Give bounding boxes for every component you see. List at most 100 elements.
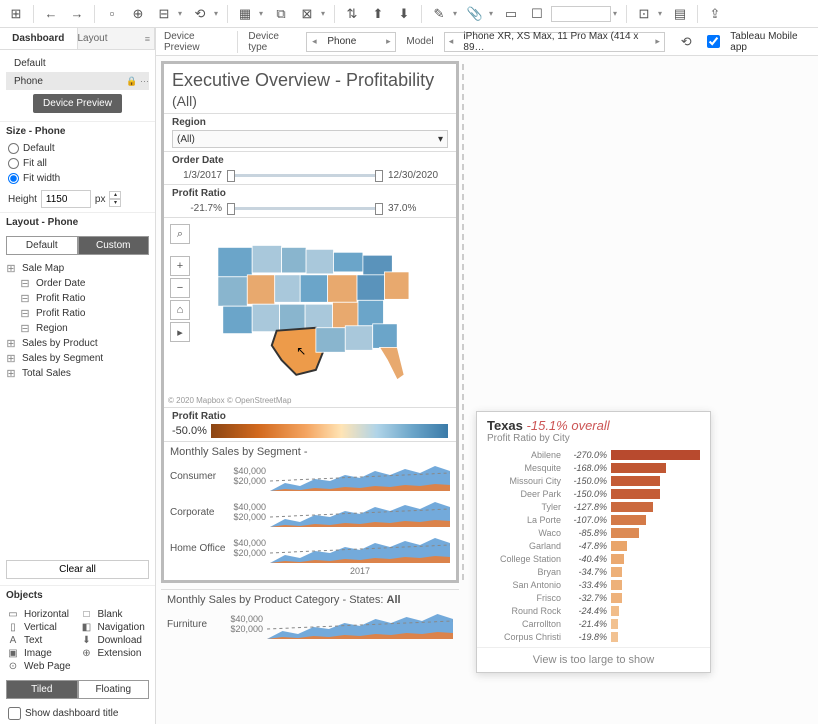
phone-device-label[interactable]: Phone: [6, 76, 126, 87]
show-title-label: Show dashboard title: [25, 708, 118, 719]
content-bar: Device Preview Device type ◂ Phone ▸ Mod…: [156, 28, 818, 56]
map-zoom-out-button[interactable]: −: [170, 278, 190, 298]
device-type-prev-icon[interactable]: ◂: [307, 36, 321, 47]
format-swatch[interactable]: [551, 6, 611, 22]
segment-chart-row[interactable]: Home Office$40,000$20,000: [170, 530, 450, 566]
logo-icon: ⊞: [4, 3, 28, 25]
map-home-button[interactable]: ⌂: [170, 300, 190, 320]
layout-custom-button[interactable]: Custom: [78, 236, 150, 255]
clear-button[interactable]: ⊠: [295, 3, 319, 25]
tab-dashboard[interactable]: Dashboard: [0, 28, 78, 49]
cards-button[interactable]: ▤: [668, 3, 692, 25]
device-type-next-icon[interactable]: ▸: [381, 36, 395, 47]
tooltip-bar-row: Deer Park-150.0%: [487, 487, 700, 500]
layout-menu-icon[interactable]: ≡: [145, 34, 154, 44]
size-default-radio[interactable]: [8, 143, 19, 154]
height-up-button[interactable]: ▴: [109, 191, 121, 199]
layout-tree: ⊞Sale Map⊟Order Date⊟Profit Ratio⊟Profit…: [0, 259, 155, 383]
phone-lock-icon[interactable]: 🔒 ⋯: [126, 76, 149, 87]
sheet-icon: ⊟: [18, 307, 32, 320]
model-prev-icon[interactable]: ◂: [445, 36, 458, 47]
clear-all-button[interactable]: Clear all: [6, 560, 149, 579]
sheet-icon: ⊟: [18, 292, 32, 305]
object-item[interactable]: ⊙Web Page: [6, 661, 76, 672]
save-button[interactable]: ▫: [100, 3, 124, 25]
height-input[interactable]: [41, 190, 91, 208]
profit-ratio-slider[interactable]: [228, 207, 382, 210]
size-fitall-radio[interactable]: [8, 158, 19, 169]
tooltip-bar-row: Bryan-34.7%: [487, 565, 700, 578]
layout-default-button[interactable]: Default: [6, 236, 78, 255]
swap-button[interactable]: ⇅: [340, 3, 364, 25]
tree-item[interactable]: ⊟Region: [0, 321, 155, 336]
legend-gradient: [211, 424, 448, 438]
labels-button[interactable]: ▭: [499, 3, 523, 25]
refresh-button[interactable]: ⟲: [188, 3, 212, 25]
rotate-button[interactable]: ⟲: [675, 31, 697, 53]
height-down-button[interactable]: ▾: [109, 199, 121, 207]
map-pan-button[interactable]: ▸: [170, 322, 190, 342]
new-worksheet-button[interactable]: ▦: [233, 3, 257, 25]
show-title-checkbox[interactable]: [8, 707, 21, 720]
object-icon: ▣: [6, 648, 20, 659]
object-item[interactable]: ▣Image: [6, 648, 76, 659]
back-button[interactable]: ←: [39, 3, 63, 25]
chevron-down-icon: ▾: [438, 134, 443, 145]
forward-button[interactable]: →: [65, 3, 89, 25]
mobile-app-checkbox[interactable]: [707, 35, 720, 48]
totals-button[interactable]: ☐: [525, 3, 549, 25]
new-data-button[interactable]: ⊕: [126, 3, 150, 25]
tree-item[interactable]: ⊞Sales by Segment: [0, 351, 155, 366]
product-chart-row[interactable]: Furniture$40,000$20,000: [167, 606, 453, 642]
tree-item[interactable]: ⊞Sales by Product: [0, 336, 155, 351]
object-item[interactable]: □Blank: [80, 609, 150, 620]
device-preview-button[interactable]: Device Preview: [33, 94, 122, 113]
sheet-icon: ⊞: [4, 262, 18, 275]
device-type-select[interactable]: ◂ Phone ▸: [306, 32, 396, 52]
size-fitwidth-radio[interactable]: [8, 173, 19, 184]
region-filter-label: Region: [172, 117, 448, 128]
order-date-to: 12/30/2020: [388, 170, 448, 181]
tooltip-state: Texas: [487, 418, 523, 433]
highlight-button[interactable]: ✎: [427, 3, 451, 25]
model-select[interactable]: ◂ iPhone XR, XS Max, 11 Pro Max (414 x 8…: [444, 32, 665, 52]
default-device-label[interactable]: Default: [6, 58, 149, 69]
map-zoom-in-button[interactable]: +: [170, 256, 190, 276]
map-tooltip: Texas -15.1% overall Profit Ratio by Cit…: [476, 411, 711, 673]
pin-button[interactable]: 📎: [463, 3, 487, 25]
object-item[interactable]: ⊕Extension: [80, 648, 150, 659]
datasource-button[interactable]: ⊟: [152, 3, 176, 25]
region-filter-select[interactable]: (All)▾: [172, 130, 448, 148]
tree-item[interactable]: ⊟Order Date: [0, 276, 155, 291]
map-search-button[interactable]: ⌕: [170, 224, 190, 244]
object-item[interactable]: ◧Navigation: [80, 622, 150, 633]
tab-layout[interactable]: Layout≡: [78, 28, 156, 49]
tree-item[interactable]: ⊟Profit Ratio: [0, 291, 155, 306]
tree-item[interactable]: ⊞Total Sales: [0, 366, 155, 381]
object-item[interactable]: AText: [6, 635, 76, 646]
size-section-title: Size - Phone: [0, 121, 155, 141]
segment-chart-row[interactable]: Corporate$40,000$20,000: [170, 494, 450, 530]
tree-item[interactable]: ⊞Sale Map: [0, 261, 155, 276]
tooltip-bar-row: San Antonio-33.4%: [487, 578, 700, 591]
fit-button[interactable]: ⊡: [632, 3, 656, 25]
order-date-from: 1/3/2017: [172, 170, 222, 181]
floating-button[interactable]: Floating: [78, 680, 150, 699]
object-item[interactable]: ▭Horizontal: [6, 609, 76, 620]
share-icon[interactable]: ⇪: [703, 3, 727, 25]
segment-chart-row[interactable]: Consumer$40,000$20,000: [170, 458, 450, 494]
duplicate-button[interactable]: ⧉: [269, 3, 293, 25]
order-date-slider[interactable]: [228, 174, 382, 177]
sheet-icon: ⊞: [4, 337, 18, 350]
objects-title: Objects: [0, 585, 155, 605]
model-next-icon[interactable]: ▸: [651, 36, 664, 47]
sort-desc-button[interactable]: ⬇: [392, 3, 416, 25]
tiled-button[interactable]: Tiled: [6, 680, 78, 699]
object-item[interactable]: ▯Vertical: [6, 622, 76, 633]
map-viz[interactable]: ⌕ + − ⌂ ▸: [164, 217, 456, 407]
main-toolbar: ⊞ ← → ▫ ⊕ ⊟▾ ⟲▾ ▦▾ ⧉ ⊠▾ ⇅ ⬆ ⬇ ✎▾ 📎▾ ▭ ☐ …: [0, 0, 818, 28]
tree-item[interactable]: ⊟Profit Ratio: [0, 306, 155, 321]
sort-asc-button[interactable]: ⬆: [366, 3, 390, 25]
legend-label: Profit Ratio: [172, 411, 448, 422]
object-item[interactable]: ⬇Download: [80, 635, 150, 646]
